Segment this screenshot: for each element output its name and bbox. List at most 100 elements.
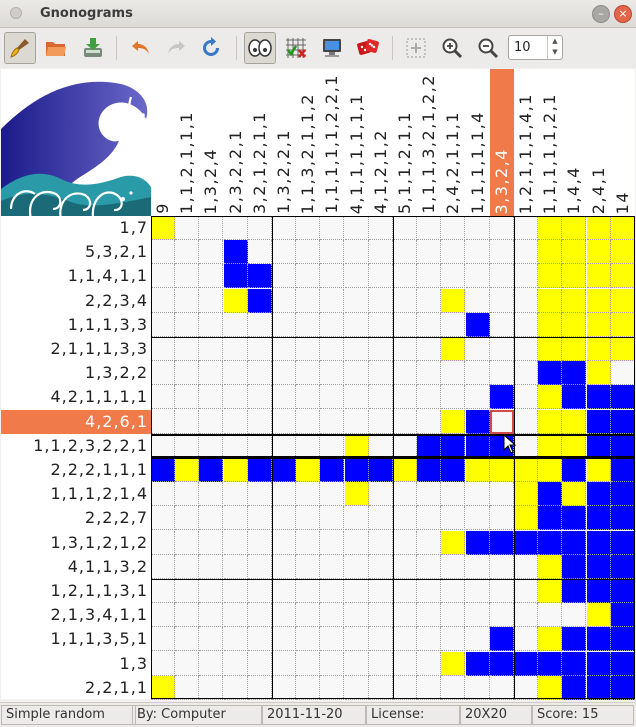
grid-cell[interactable] bbox=[489, 288, 514, 313]
zoom-spinbox[interactable]: 10 ▲ ▼ bbox=[508, 35, 563, 60]
grid-cell[interactable] bbox=[296, 433, 321, 458]
grid-cell[interactable] bbox=[465, 458, 490, 482]
grid-cell[interactable] bbox=[199, 603, 224, 628]
grid-cell[interactable] bbox=[441, 409, 466, 434]
grid-cell[interactable] bbox=[223, 554, 248, 579]
grid-cell[interactable] bbox=[514, 627, 538, 652]
grid-cell[interactable] bbox=[151, 216, 175, 240]
grid-cell[interactable] bbox=[417, 506, 442, 531]
grid-cell[interactable] bbox=[175, 216, 200, 240]
grid-cell[interactable] bbox=[272, 627, 296, 652]
grid-cell[interactable] bbox=[247, 264, 272, 289]
undo-button[interactable] bbox=[125, 32, 157, 64]
grid-cell[interactable] bbox=[393, 385, 417, 410]
grid-cell[interactable] bbox=[514, 288, 538, 313]
grid-cell[interactable] bbox=[489, 482, 514, 507]
grid-cell[interactable] bbox=[393, 409, 417, 434]
grid-cell[interactable] bbox=[489, 627, 514, 652]
grid-cell[interactable] bbox=[514, 530, 538, 555]
grid-cell[interactable] bbox=[247, 603, 272, 628]
grid-cell[interactable] bbox=[441, 433, 466, 458]
grid-cell[interactable] bbox=[199, 506, 224, 531]
peek-button[interactable] bbox=[244, 32, 276, 64]
grid-cell[interactable] bbox=[175, 651, 200, 676]
grid-cell[interactable] bbox=[514, 651, 538, 676]
grid-cell[interactable] bbox=[514, 554, 538, 579]
grid-cell[interactable] bbox=[610, 264, 635, 289]
grid-cell[interactable] bbox=[199, 675, 224, 700]
grid-cell[interactable] bbox=[344, 675, 369, 700]
grid-cell[interactable] bbox=[417, 288, 442, 313]
grid-cell[interactable] bbox=[296, 530, 321, 555]
grid-cell[interactable] bbox=[199, 530, 224, 555]
grid-cell[interactable] bbox=[489, 264, 514, 289]
grid-cell[interactable] bbox=[199, 554, 224, 579]
grid-cell[interactable] bbox=[465, 651, 490, 676]
minimize-button[interactable]: – bbox=[592, 5, 610, 23]
grid-cell[interactable] bbox=[489, 530, 514, 555]
grid-cell[interactable] bbox=[538, 506, 563, 531]
grid-cell[interactable] bbox=[393, 361, 417, 386]
grid-cell[interactable] bbox=[223, 651, 248, 676]
grid-cell[interactable] bbox=[151, 409, 175, 434]
grid-cell[interactable] bbox=[272, 506, 296, 531]
grid-cell[interactable] bbox=[489, 216, 514, 240]
grid-cell[interactable] bbox=[417, 409, 442, 434]
grid-cell[interactable] bbox=[223, 361, 248, 386]
grid-cell[interactable] bbox=[586, 240, 611, 265]
grid-cell[interactable] bbox=[344, 385, 369, 410]
grid-cell[interactable] bbox=[175, 264, 200, 289]
grid-cell[interactable] bbox=[514, 409, 538, 434]
grid-cell[interactable] bbox=[296, 506, 321, 531]
grid-cell[interactable] bbox=[610, 554, 635, 579]
grid-cell[interactable] bbox=[344, 409, 369, 434]
grid-cell[interactable] bbox=[344, 458, 369, 482]
grid-cell[interactable] bbox=[489, 409, 514, 434]
grid-cell[interactable] bbox=[514, 361, 538, 386]
redo-button[interactable] bbox=[160, 32, 192, 64]
grid-cell[interactable] bbox=[199, 579, 224, 603]
grid-cell[interactable] bbox=[514, 675, 538, 700]
grid-cell[interactable] bbox=[199, 288, 224, 313]
grid-cell[interactable] bbox=[393, 579, 417, 603]
grid-cell[interactable] bbox=[296, 482, 321, 507]
grid-cell[interactable] bbox=[247, 361, 272, 386]
grid-cell[interactable] bbox=[344, 264, 369, 289]
grid-cell[interactable] bbox=[489, 579, 514, 603]
grid-cell[interactable] bbox=[368, 288, 393, 313]
grid-cell[interactable] bbox=[514, 240, 538, 265]
grid-cell[interactable] bbox=[586, 409, 611, 434]
grid-cell[interactable] bbox=[610, 385, 635, 410]
grid-cell[interactable] bbox=[514, 458, 538, 482]
grid-cell[interactable] bbox=[610, 579, 635, 603]
grid-cell[interactable] bbox=[175, 675, 200, 700]
grid-cell[interactable] bbox=[538, 603, 563, 628]
grid-cell[interactable] bbox=[538, 240, 563, 265]
grid-cell[interactable] bbox=[393, 651, 417, 676]
grid-cell[interactable] bbox=[610, 482, 635, 507]
grid-cell[interactable] bbox=[538, 288, 563, 313]
grid-cell[interactable] bbox=[562, 385, 587, 410]
grid-cell[interactable] bbox=[465, 264, 490, 289]
grid-cell[interactable] bbox=[465, 433, 490, 458]
grid-cell[interactable] bbox=[199, 264, 224, 289]
grid-cell[interactable] bbox=[247, 240, 272, 265]
grid-cell[interactable] bbox=[320, 458, 345, 482]
grid-cell[interactable] bbox=[247, 530, 272, 555]
grid-cell[interactable] bbox=[199, 651, 224, 676]
grid-cell[interactable] bbox=[223, 579, 248, 603]
grid-cell[interactable] bbox=[514, 506, 538, 531]
grid-cell[interactable] bbox=[175, 603, 200, 628]
grid-cell[interactable] bbox=[272, 312, 296, 337]
grid-cell[interactable] bbox=[489, 675, 514, 700]
grid-cell[interactable] bbox=[151, 506, 175, 531]
grid-cell[interactable] bbox=[344, 337, 369, 361]
grid-cell[interactable] bbox=[199, 337, 224, 361]
grid-cell[interactable] bbox=[562, 627, 587, 652]
grid-cell[interactable] bbox=[514, 216, 538, 240]
grid-cell[interactable] bbox=[610, 603, 635, 628]
grid-cell[interactable] bbox=[223, 312, 248, 337]
grid-cell[interactable] bbox=[368, 627, 393, 652]
grid-cell[interactable] bbox=[320, 409, 345, 434]
grid-cell[interactable] bbox=[151, 312, 175, 337]
